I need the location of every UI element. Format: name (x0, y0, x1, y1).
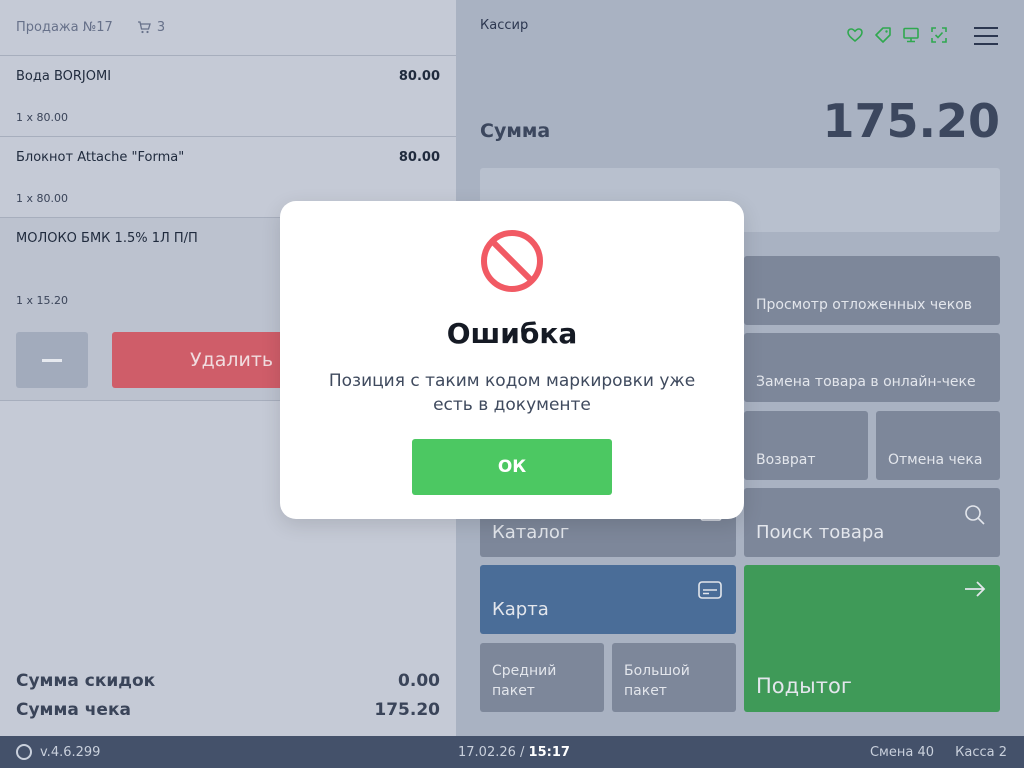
tile-label: Средний пакет (492, 663, 557, 699)
receipt-item[interactable]: Вода BORJOMI 80.00 1 x 80.00 (0, 56, 456, 137)
tile-label: Большой пакет (624, 663, 690, 699)
ok-button[interactable]: ОК (412, 439, 612, 495)
cart-icon (137, 21, 151, 34)
cart-count: 3 (156, 20, 166, 35)
search-product-tile[interactable]: Поиск товара (744, 488, 1000, 557)
medium-bag-tile[interactable]: Средний пакет (480, 643, 604, 712)
datetime-separator: / (515, 744, 529, 760)
discount-row: Сумма скидок 0.00 (16, 671, 440, 691)
discount-label: Сумма скидок (16, 671, 156, 691)
tile-label: Карта (492, 599, 549, 620)
time: 15:17 (528, 744, 570, 760)
receipt-totals: Сумма скидок 0.00 Сумма чека 175.20 (16, 662, 440, 720)
heart-icon[interactable] (846, 26, 864, 44)
check-total-label: Сумма чека (16, 700, 131, 720)
cashier-name: Кассир (480, 18, 529, 33)
minus-icon (42, 358, 62, 362)
large-bag-tile[interactable]: Большой пакет (612, 643, 736, 712)
item-name: МОЛОКО БМК 1.5% 1Л П/П (16, 231, 198, 246)
receipt-header: Продажа №17 3 (0, 0, 456, 56)
sale-title: Продажа №17 (16, 20, 113, 35)
register-number: Касса 2 (955, 744, 1007, 760)
tile-label: Подытог (756, 674, 852, 698)
tile-label: Отмена чека (888, 452, 983, 468)
tile-label: Просмотр отложенных чеков (756, 297, 973, 313)
date: 17.02.26 (458, 744, 516, 760)
replace-item-tile[interactable]: Замена товара в онлайн-чеке (744, 333, 1000, 402)
dialog-message: Позиция с таким кодом маркировки уже ест… (328, 371, 696, 415)
cancel-check-tile[interactable]: Отмена чека (876, 411, 1000, 480)
item-qty: 1 x 80.00 (16, 192, 68, 205)
item-price: 80.00 (398, 69, 440, 84)
dialog-title: Ошибка (446, 317, 578, 350)
item-qty: 1 x 15.20 (16, 294, 68, 307)
monitor-icon[interactable] (902, 26, 920, 44)
check-total-value: 175.20 (374, 700, 440, 720)
check-total-row: Сумма чека 175.20 (16, 700, 440, 720)
menu-icon[interactable] (974, 27, 998, 45)
status-bar: v.4.6.299 17.02.26 / 15:17 Смена 40 Касс… (0, 736, 1024, 768)
item-price: 80.00 (398, 150, 440, 165)
return-tile[interactable]: Возврат (744, 411, 868, 480)
header-icons (846, 26, 948, 44)
cart-counter: 3 (137, 20, 165, 35)
tile-label: Возврат (756, 452, 816, 468)
decrease-qty-button[interactable] (16, 332, 88, 388)
postponed-checks-tile[interactable]: Просмотр отложенных чеков (744, 256, 1000, 325)
search-icon (965, 505, 985, 525)
app-version: v.4.6.299 (40, 744, 101, 760)
sum-value: 175.20 (822, 94, 1000, 148)
item-name: Вода BORJOMI (16, 69, 112, 84)
tag-icon[interactable] (874, 26, 892, 44)
forbidden-icon (481, 230, 543, 292)
tile-label: Поиск товара (756, 522, 885, 543)
tile-label: Каталог (492, 522, 570, 543)
item-qty: 1 x 80.00 (16, 111, 68, 124)
arrow-right-icon (965, 581, 986, 597)
shift-number: Смена 40 (869, 744, 934, 760)
sum-label: Сумма (480, 120, 551, 142)
item-name: Блокнот Attache "Forma" (16, 150, 185, 165)
tile-label: Замена товара в онлайн-чеке (756, 374, 976, 390)
datetime: 17.02.26 / 15:17 (458, 745, 570, 760)
card-payment-tile[interactable]: Карта (480, 565, 736, 634)
logo-icon (16, 744, 32, 760)
subtotal-tile[interactable]: Подытог (744, 565, 1000, 712)
scan-check-icon[interactable] (930, 26, 948, 44)
error-dialog: Ошибка Позиция с таким кодом маркировки … (280, 201, 744, 519)
discount-value: 0.00 (398, 671, 440, 691)
card-icon (698, 581, 722, 599)
